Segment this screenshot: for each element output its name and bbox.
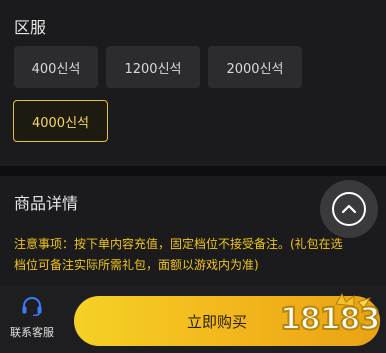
buy-now-label: 立即购买 (186, 312, 247, 331)
headset-icon (21, 296, 43, 320)
notice-text-line-2: 档位可备注实际所需礼包，面额以游戏内为准) (14, 258, 259, 272)
chevron-up-icon (332, 192, 366, 226)
scroll-to-top-button[interactable] (320, 180, 378, 238)
contact-support-label: 联系客服 (10, 326, 54, 339)
contact-support-button[interactable]: 联系客服 (4, 296, 60, 346)
server-option-400[interactable]: 400신석 (14, 46, 98, 88)
server-option-4000[interactable]: 4000신석 (13, 100, 108, 142)
watermark-text: 18183 (279, 301, 381, 338)
watermark-logo: 18183 (276, 290, 384, 352)
section-divider (0, 166, 386, 176)
server-option-1200[interactable]: 1200신석 (106, 46, 200, 88)
notice-text-line-1: 注意事项：按下单内容充值，固定档位不接受备注。(礼包在选 (14, 237, 343, 251)
server-title: 区服 (14, 18, 47, 37)
product-detail-title: 商品详情 (14, 194, 79, 213)
server-option-2000[interactable]: 2000신석 (208, 46, 302, 88)
